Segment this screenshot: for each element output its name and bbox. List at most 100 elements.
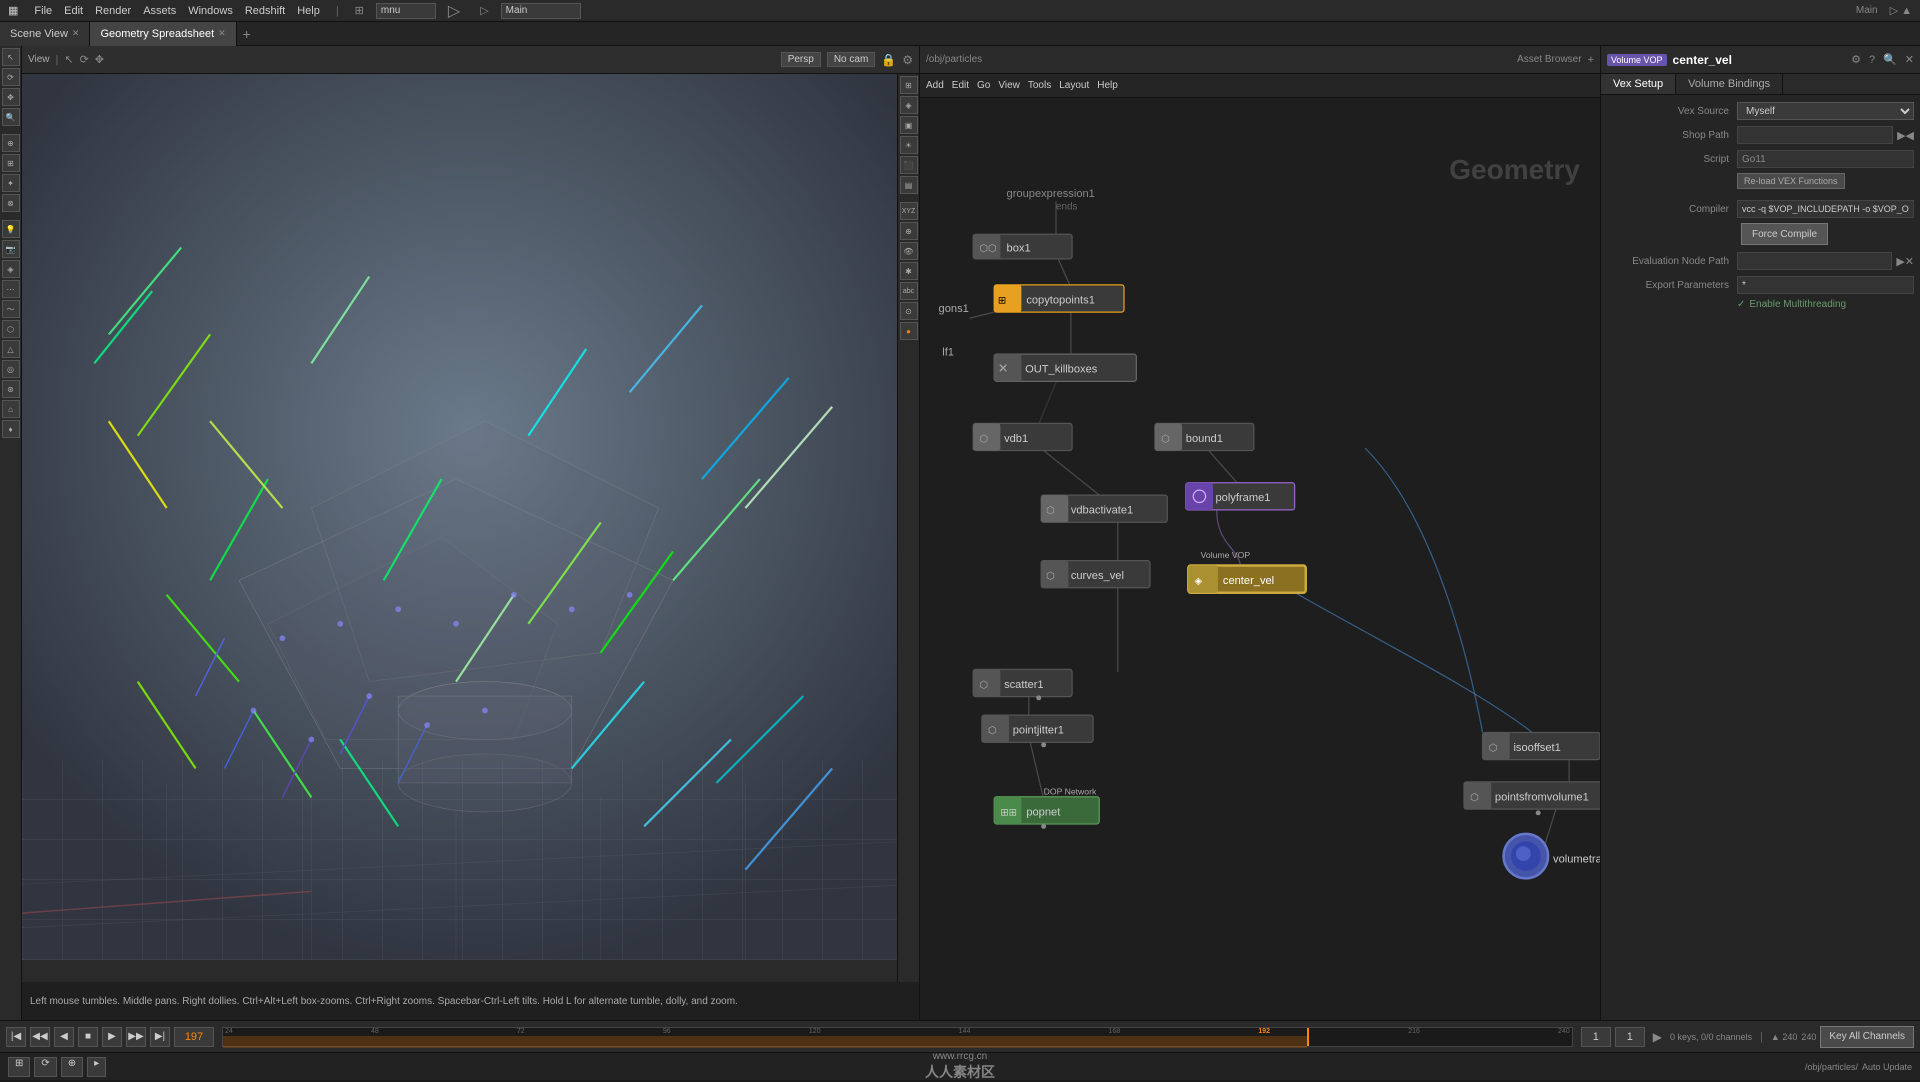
- toolbar-zoom[interactable]: 🔍: [2, 108, 20, 126]
- reload-vex-button[interactable]: Re-load VEX Functions: [1737, 173, 1845, 189]
- toolbar-misc2[interactable]: △: [2, 340, 20, 358]
- viewport-right-toolbar: ⊞ ◈ ▣ ☀ ⬛ ▤ XYZ ⊕ 👁 ✱ abc ⊙ ●: [897, 74, 919, 982]
- go-prev-key-button[interactable]: ◀◀: [30, 1027, 50, 1047]
- toolbar-geo[interactable]: ◈: [2, 260, 20, 278]
- compiler-input[interactable]: [1737, 200, 1914, 218]
- toolbar-misc1[interactable]: ⬡: [2, 320, 20, 338]
- tab-geometry-spreadsheet[interactable]: Geometry Spreadsheet ✕: [90, 22, 236, 46]
- asset-browser-tab[interactable]: Asset Browser: [1517, 54, 1581, 65]
- menu-edit[interactable]: Edit: [64, 5, 83, 17]
- toolbar-curve[interactable]: 〜: [2, 300, 20, 318]
- reload-row: Re-load VEX Functions: [1607, 173, 1914, 193]
- toolbar-light[interactable]: 💡: [2, 220, 20, 238]
- go-start-button[interactable]: |◀: [6, 1027, 26, 1047]
- abc-btn[interactable]: abc: [900, 282, 918, 300]
- toolbar-misc6[interactable]: ♦: [2, 420, 20, 438]
- tick-24: 24: [225, 1028, 233, 1036]
- shop-path-arrow[interactable]: ◀: [1906, 129, 1914, 142]
- toolbar-misc4[interactable]: ⊛: [2, 380, 20, 398]
- tab-scene-view[interactable]: Scene View ✕: [0, 22, 90, 46]
- toolbar-part[interactable]: ⋯: [2, 280, 20, 298]
- menu-help[interactable]: Help: [297, 5, 320, 17]
- force-compile-button[interactable]: Force Compile: [1741, 223, 1828, 245]
- misc-btn2[interactable]: ●: [900, 322, 918, 340]
- menu-redshift[interactable]: Redshift: [245, 5, 285, 17]
- go-next-key-button[interactable]: ▶▶: [126, 1027, 146, 1047]
- vex-source-select[interactable]: Myself: [1737, 102, 1914, 120]
- tab-volume-bindings[interactable]: Volume Bindings: [1676, 74, 1783, 94]
- bottom-btn-4[interactable]: ▸: [87, 1057, 106, 1077]
- obj-label: /obj/particles: [926, 54, 982, 65]
- shop-path-row: Shop Path ▶ ◀: [1607, 125, 1914, 145]
- toolbar-tool3[interactable]: ✦: [2, 174, 20, 192]
- close-icon-props[interactable]: ✕: [1905, 53, 1914, 66]
- viewport-canvas[interactable]: [22, 74, 919, 960]
- layout-input[interactable]: [501, 3, 581, 19]
- orient-btn[interactable]: ⊕: [900, 222, 918, 240]
- bottom-btn-1[interactable]: ⊞: [8, 1057, 30, 1077]
- node-canvas[interactable]: Geometry: [920, 74, 1600, 1020]
- toolbar-tool4[interactable]: ⊗: [2, 194, 20, 212]
- add-tab-graph[interactable]: +: [1588, 54, 1594, 66]
- toolbar-tool2[interactable]: ⊞: [2, 154, 20, 172]
- menu-render[interactable]: Render: [95, 5, 131, 17]
- stop-button[interactable]: ■: [78, 1027, 98, 1047]
- end-frame-input[interactable]: [1615, 1027, 1645, 1047]
- bottom-btn-3[interactable]: ⊕: [61, 1057, 83, 1077]
- select-tool-icon[interactable]: ↖: [64, 53, 73, 66]
- misc-btn1[interactable]: ⊙: [900, 302, 918, 320]
- menu-file[interactable]: File: [34, 5, 52, 17]
- export-params-input[interactable]: [1737, 276, 1914, 294]
- workspace-input[interactable]: [376, 3, 436, 19]
- move-icon[interactable]: ✥: [95, 53, 104, 66]
- current-frame-input[interactable]: [174, 1027, 214, 1047]
- copytopoints1-node: copytopoints1: [1026, 294, 1095, 306]
- settings-icon[interactable]: ⚙: [902, 53, 913, 67]
- shop-path-browse[interactable]: ▶: [1897, 129, 1905, 142]
- toolbar-pan[interactable]: ✥: [2, 88, 20, 106]
- menu-windows[interactable]: Windows: [188, 5, 233, 17]
- shade-btn[interactable]: ▣: [900, 116, 918, 134]
- timeline-scrubber[interactable]: 24 48 72 96 120 144 168 192 216 240: [222, 1027, 1573, 1047]
- go-end-button[interactable]: ▶|: [150, 1027, 170, 1047]
- display-btn[interactable]: ◈: [900, 96, 918, 114]
- light-btn[interactable]: ☀: [900, 136, 918, 154]
- audio-icon[interactable]: ▶: [1653, 1030, 1662, 1044]
- bg-btn[interactable]: ▤: [900, 176, 918, 194]
- play-button[interactable]: ▶: [102, 1027, 122, 1047]
- toolbar-misc5[interactable]: ⌂: [2, 400, 20, 418]
- center-vel-node: center_vel: [1223, 575, 1274, 587]
- view-btn[interactable]: 👁: [900, 242, 918, 260]
- bottom-btn-2[interactable]: ⟳: [34, 1057, 56, 1077]
- toolbar-select[interactable]: ↖: [2, 48, 20, 66]
- toolbar-cam[interactable]: 📷: [2, 240, 20, 258]
- toolbar-tool1[interactable]: ⊕: [2, 134, 20, 152]
- start-frame-input[interactable]: [1581, 1027, 1611, 1047]
- shop-path-input[interactable]: [1737, 126, 1893, 144]
- export-params-label: Export Parameters: [1607, 280, 1737, 291]
- svg-text:◈: ◈: [1194, 576, 1202, 587]
- tab-geometry-spreadsheet-close[interactable]: ✕: [218, 28, 226, 39]
- pivot-btn[interactable]: ✱: [900, 262, 918, 280]
- snap-btn[interactable]: ⊞: [900, 76, 918, 94]
- search-icon-props[interactable]: 🔍: [1883, 53, 1897, 66]
- eval-path-browse[interactable]: ▶: [1896, 255, 1904, 268]
- eval-node-path-input[interactable]: [1737, 252, 1892, 270]
- tab-scene-view-close[interactable]: ✕: [72, 28, 80, 39]
- watermark-container: www.rrcg.cn 人人素材区: [925, 1051, 995, 1082]
- tab-vex-setup[interactable]: Vex Setup: [1601, 74, 1676, 94]
- key-all-channels-button[interactable]: Key All Channels: [1820, 1026, 1914, 1048]
- eval-path-arrow[interactable]: ✕: [1905, 255, 1914, 268]
- render-btn[interactable]: ⬛: [900, 156, 918, 174]
- persp-button[interactable]: Persp: [781, 52, 821, 67]
- play-back-button[interactable]: ◀: [54, 1027, 74, 1047]
- camera-button[interactable]: No cam: [827, 52, 875, 67]
- toolbar-misc3[interactable]: ◎: [2, 360, 20, 378]
- menu-assets[interactable]: Assets: [143, 5, 176, 17]
- help-icon-props[interactable]: ?: [1869, 54, 1875, 66]
- transform-icon[interactable]: ⟳: [80, 53, 89, 66]
- xyz-btn[interactable]: XYZ: [900, 202, 918, 220]
- tab-add-button[interactable]: +: [237, 26, 257, 42]
- toolbar-tumble[interactable]: ⟳: [2, 68, 20, 86]
- settings-icon-props[interactable]: ⚙: [1851, 53, 1861, 66]
